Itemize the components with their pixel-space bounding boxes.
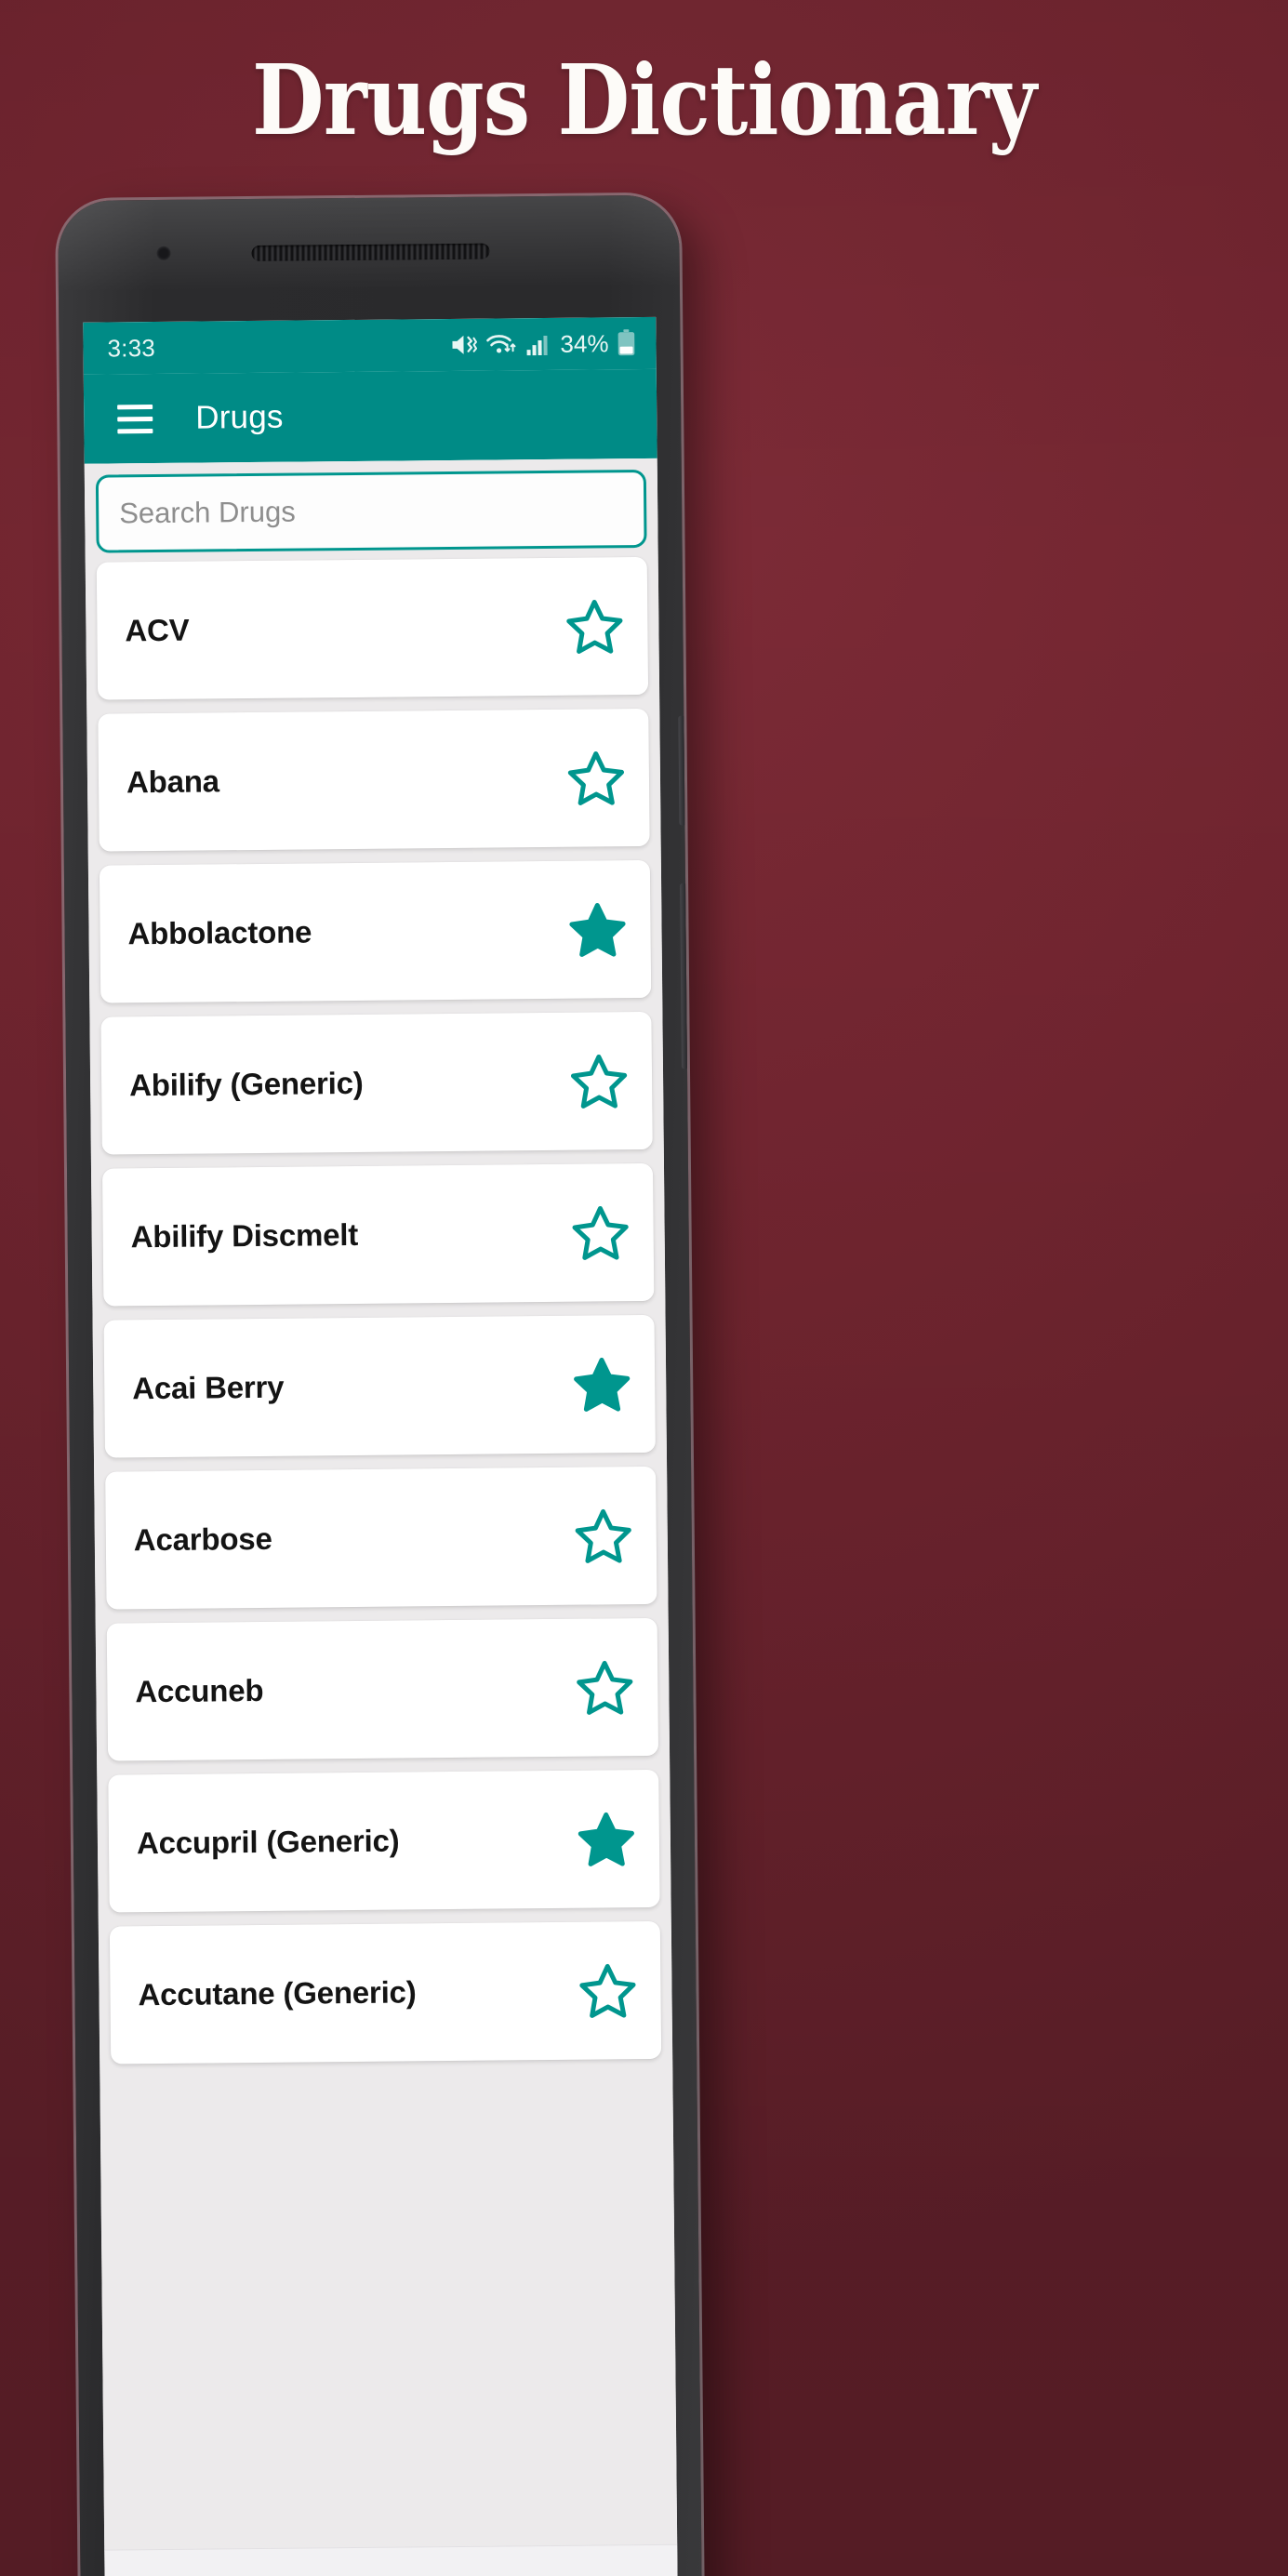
drug-list-item[interactable]: Accupril (Generic)	[108, 1769, 660, 1913]
app-bar-title: Drugs	[195, 398, 284, 436]
star-outline-icon[interactable]	[571, 1203, 630, 1262]
star-filled-icon[interactable]	[578, 1810, 636, 1868]
star-outline-icon[interactable]	[565, 597, 624, 656]
drug-list: ACV Abana Abbolactone Abilify (Generic) Abil…	[86, 556, 672, 2065]
drug-list-item[interactable]: Acai Berry	[103, 1314, 656, 1458]
status-time: 3:33	[107, 333, 156, 362]
menu-bar-3	[117, 428, 153, 433]
phone-bezel-highlight	[58, 194, 681, 331]
android-navigation-bar	[104, 2543, 678, 2576]
battery-icon	[617, 329, 635, 357]
drug-name-label: ACV	[125, 612, 190, 648]
drug-name-label: Acai Berry	[132, 1369, 285, 1406]
phone-device-mockup: 3:33 34% Drugs Search Drugs ACV Abana Ab…	[58, 194, 702, 2576]
drug-name-label: Accupril (Generic)	[136, 1823, 400, 1861]
star-filled-icon[interactable]	[573, 1355, 631, 1414]
status-bar: 3:33 34%	[83, 316, 657, 375]
star-outline-icon[interactable]	[578, 1961, 637, 2020]
drug-name-label: Accutane (Generic)	[138, 1974, 417, 2012]
drug-name-label: Abilify (Generic)	[128, 1065, 364, 1103]
wifi-icon	[485, 331, 517, 357]
app-bar: Drugs	[83, 368, 657, 464]
drug-list-item[interactable]: ACV	[96, 556, 649, 700]
star-outline-icon[interactable]	[575, 1507, 633, 1565]
mute-vibrate-icon	[449, 332, 477, 358]
drug-list-item[interactable]: Abana	[98, 708, 650, 852]
earpiece-speaker-grille	[251, 243, 490, 262]
home-icon[interactable]	[339, 2547, 443, 2576]
star-outline-icon[interactable]	[567, 749, 626, 807]
status-icons-group: 34%	[449, 329, 635, 360]
hamburger-menu-icon[interactable]	[117, 404, 153, 433]
search-bar-container	[84, 458, 658, 563]
star-outline-icon[interactable]	[576, 1658, 634, 1717]
drug-list-item[interactable]: Accuneb	[106, 1617, 659, 1761]
drug-list-item[interactable]: Abbolactone	[99, 859, 652, 1003]
page-title: Drugs Dictionary	[251, 43, 1037, 157]
drug-name-label: Abana	[126, 764, 220, 800]
app-content-area: ACV Abana Abbolactone Abilify (Generic) Abil…	[84, 458, 678, 2576]
phone-screen: 3:33 34% Drugs Search Drugs ACV Abana Ab…	[83, 316, 678, 2576]
drug-list-item[interactable]: Abilify (Generic)	[100, 1011, 653, 1155]
drug-list-item[interactable]: Acarbose	[105, 1466, 657, 1610]
star-filled-icon[interactable]	[568, 900, 627, 959]
recents-icon[interactable]	[149, 2549, 252, 2576]
drug-name-label: Acarbose	[133, 1520, 272, 1558]
search-input[interactable]	[95, 469, 647, 553]
star-outline-icon[interactable]	[570, 1052, 629, 1110]
menu-bar-2	[117, 416, 153, 421]
back-icon[interactable]	[531, 2545, 634, 2576]
drug-list-item[interactable]: Abilify Discmelt	[101, 1162, 655, 1307]
menu-bar-1	[117, 404, 153, 409]
signal-bars-icon	[525, 332, 550, 356]
drug-list-item[interactable]: Accutane (Generic)	[109, 1920, 662, 2065]
front-camera-icon	[156, 246, 171, 260]
drug-name-label: Accuneb	[135, 1672, 264, 1709]
drug-name-label: Abilify Discmelt	[130, 1216, 359, 1255]
battery-percent-label: 34%	[560, 328, 609, 358]
drug-name-label: Abbolactone	[127, 914, 312, 951]
